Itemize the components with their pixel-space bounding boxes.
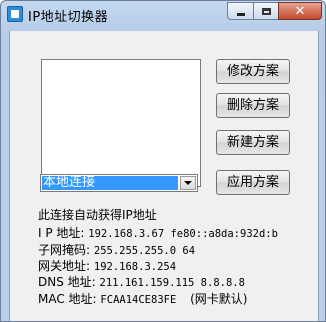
- mac-note: (网卡默认): [190, 292, 248, 306]
- scheme-list[interactable]: [41, 59, 201, 187]
- dns-value: 211.161.159.115 8.8.8.8: [99, 277, 245, 289]
- connection-select-value: 本地连接: [42, 176, 178, 190]
- mac-value: FCAA14CE83FE: [100, 294, 177, 306]
- new-scheme-button[interactable]: 新建方案: [216, 130, 290, 155]
- dropdown-arrow-button[interactable]: [180, 176, 196, 190]
- client-area: 修改方案 删除方案 新建方案 应用方案 本地连接 此连接自动获得IP地址 I P…: [9, 31, 319, 321]
- maximize-button[interactable]: [253, 2, 278, 20]
- gateway-label: 网关地址:: [38, 259, 91, 273]
- delete-scheme-button[interactable]: 删除方案: [216, 93, 290, 118]
- ip-mode-status: 此连接自动获得IP地址: [38, 208, 157, 222]
- apply-scheme-button[interactable]: 应用方案: [216, 170, 290, 195]
- app-window: IP地址切换器 ✕ 修改方案 删除方案 新建方案 应用方案 本地连接 此连接自动…: [0, 0, 326, 322]
- title-bar[interactable]: IP地址切换器 ✕: [1, 1, 325, 28]
- ip-address-value: 192.168.3.67 fe80::a8da:932d:b: [88, 228, 278, 240]
- window-title: IP地址切换器: [28, 10, 109, 25]
- ip-address-row: I P 地址: 192.168.3.67 fe80::a8da:932d:b: [38, 224, 278, 241]
- dns-label: DNS 地址:: [38, 275, 96, 289]
- minimize-icon: [236, 12, 245, 16]
- gateway-value: 192.168.3.254: [93, 261, 177, 273]
- close-button[interactable]: ✕: [278, 2, 322, 20]
- gateway-row: 网关地址: 192.168.3.254: [38, 257, 176, 274]
- close-icon: ✕: [294, 3, 306, 19]
- app-icon: [7, 6, 23, 22]
- edit-scheme-button[interactable]: 修改方案: [216, 59, 290, 84]
- mac-row: MAC 地址: FCAA14CE83FE (网卡默认): [38, 290, 247, 307]
- maximize-icon: [261, 7, 271, 15]
- subnet-mask-row: 子网掩码: 255.255.255.0 64: [38, 241, 195, 258]
- minimize-button[interactable]: [227, 2, 253, 20]
- subnet-mask-label: 子网掩码:: [38, 243, 91, 257]
- dns-row: DNS 地址: 211.161.159.115 8.8.8.8: [38, 273, 245, 290]
- connection-select[interactable]: 本地连接: [40, 174, 198, 192]
- subnet-mask-value: 255.255.255.0 64: [93, 245, 196, 257]
- ip-address-label: I P 地址:: [38, 226, 85, 240]
- chevron-down-icon: [184, 181, 192, 185]
- mac-label: MAC 地址:: [38, 292, 97, 306]
